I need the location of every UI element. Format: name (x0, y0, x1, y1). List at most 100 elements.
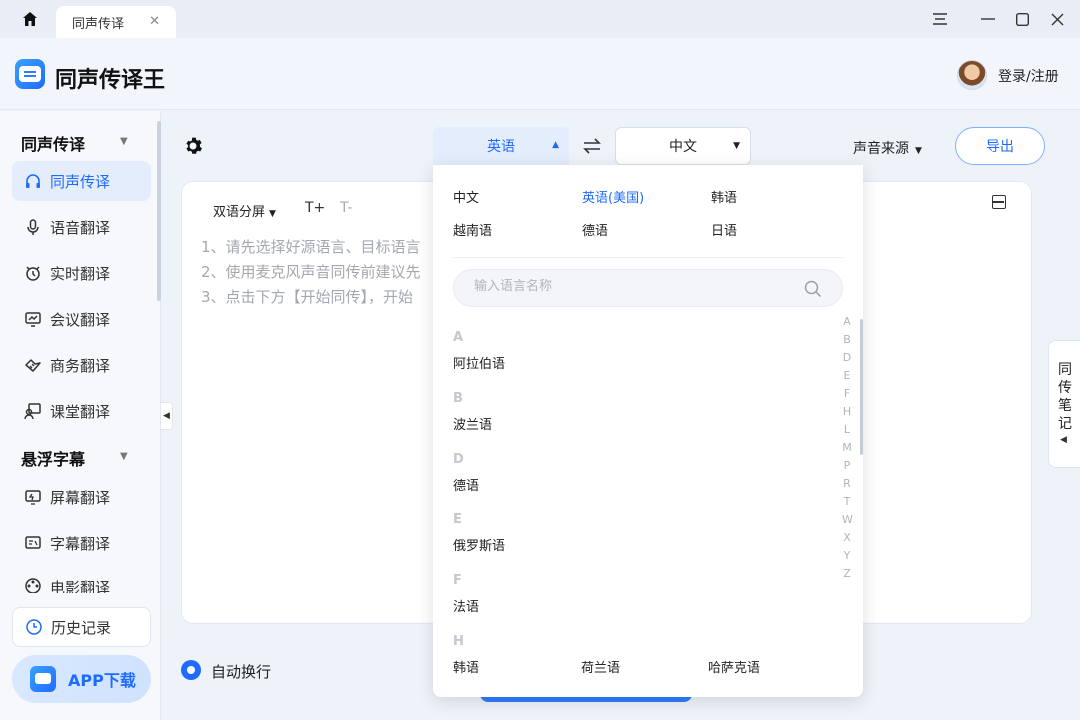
sidebar-item-meeting[interactable]: 会议翻译 (12, 299, 151, 339)
sidebar-item-classroom[interactable]: 课堂翻译 (12, 391, 151, 431)
language-option[interactable]: 阿拉伯语 (453, 353, 505, 372)
home-button[interactable] (14, 7, 46, 31)
language-search (453, 269, 843, 307)
sidebar-item-label: 语音翻译 (50, 218, 111, 237)
close-tab-icon[interactable]: ✕ (149, 14, 160, 29)
chevron-down-icon[interactable]: ▼ (120, 136, 128, 147)
subtitle-icon (25, 536, 41, 549)
voice-source-label: 声音来源 (853, 141, 909, 157)
sidebar-item-voice[interactable]: 语音翻译 (12, 207, 151, 247)
layout-toggle-icon[interactable] (992, 195, 1006, 209)
hint-text: 1、请先选择好源语言、目标语言 (201, 238, 421, 256)
alphabet-index-letter[interactable]: W (842, 513, 853, 526)
login-link[interactable]: 登录/注册 (998, 66, 1059, 86)
headphones-icon (26, 174, 40, 188)
alphabet-index-letter[interactable]: X (842, 531, 852, 544)
sidebar-item-movie[interactable]: 电影翻译 (12, 569, 151, 593)
alphabet-index-letter[interactable]: B (842, 333, 852, 346)
language-option[interactable]: 荷兰语 (581, 657, 620, 676)
alphabet-index-letter[interactable]: T (842, 495, 852, 508)
voice-source-select[interactable]: 声音来源 ▼ (853, 138, 922, 158)
recent-language-option[interactable]: 韩语 (711, 187, 737, 206)
sidebar-section-title[interactable]: 悬浮字幕 (21, 446, 85, 470)
clock-icon (26, 266, 40, 281)
chevron-down-icon: ▼ (269, 209, 276, 219)
sidebar-item-screen[interactable]: 屏幕翻译 (12, 477, 151, 517)
chevron-down-icon: ▼ (733, 141, 740, 151)
tab-simultaneous[interactable]: 同声传译 ✕ (56, 6, 176, 38)
split-mode-select[interactable]: 双语分屏 ▼ (213, 201, 276, 220)
sidebar-item-subtitle[interactable]: 字幕翻译 (12, 523, 151, 563)
language-option[interactable]: 俄罗斯语 (453, 535, 505, 554)
group-letter: D (453, 452, 464, 467)
group-letter: E (453, 512, 462, 527)
font-increase-button[interactable]: T+ (305, 200, 325, 216)
avatar[interactable] (957, 60, 987, 90)
sidebar-item-label: 电影翻译 (50, 579, 111, 593)
language-dropdown: 中文 英语(美国) 韩语 越南语 德语 日语 A 阿拉伯语 B 波兰语 D 德语… (433, 165, 863, 697)
recent-language-option[interactable]: 越南语 (453, 220, 492, 239)
auto-wrap-label: 自动换行 (211, 663, 272, 681)
language-option[interactable]: 德语 (453, 475, 479, 494)
sidebar-section-title[interactable]: 同声传译 (21, 131, 85, 155)
alphabet-index-letter[interactable]: H (842, 405, 852, 418)
language-option[interactable]: 哈萨克语 (708, 657, 760, 676)
app-title: 同声传译王 (55, 68, 166, 93)
alphabet-index-letter[interactable]: M (842, 441, 852, 454)
source-language-select[interactable]: 英语 ▲ (433, 127, 569, 165)
sidebar-item-simultaneous[interactable]: 同声传译 (12, 161, 151, 201)
collapse-sidebar-handle[interactable]: ◀ (161, 402, 173, 430)
group-letter: F (453, 573, 462, 588)
sidebar-item-business[interactable]: 商务翻译 (12, 345, 151, 385)
export-button[interactable]: 导出 (955, 127, 1045, 165)
alphabet-index-letter[interactable]: L (842, 423, 852, 436)
divider (453, 257, 843, 258)
app-logo (15, 59, 45, 89)
language-option[interactable]: 韩语 (453, 657, 479, 676)
language-search-input[interactable] (474, 279, 794, 294)
screen-icon (25, 490, 41, 505)
sidebar-item-label: 字幕翻译 (50, 534, 111, 553)
recent-language-option[interactable]: 中文 (453, 187, 479, 206)
alphabet-index-letter[interactable]: Y (842, 549, 852, 562)
recent-language-option-selected[interactable]: 英语(美国) (582, 187, 644, 206)
notes-side-tab[interactable]: 同 传 笔 记 ◀ (1048, 340, 1080, 468)
language-option[interactable]: 法语 (453, 596, 479, 615)
auto-wrap-radio[interactable] (181, 660, 201, 680)
group-letter: A (453, 330, 464, 345)
chevron-left-icon: ◀ (1060, 435, 1067, 445)
dropdown-scrollbar[interactable] (860, 319, 863, 455)
home-icon (23, 12, 37, 26)
recent-language-option[interactable]: 日语 (711, 220, 737, 239)
alphabet-index-letter[interactable]: F (842, 387, 852, 400)
swap-icon[interactable] (582, 136, 602, 156)
app-download-label: APP下载 (68, 671, 136, 690)
history-button[interactable]: 历史记录 (12, 607, 151, 647)
close-window-button[interactable] (1045, 8, 1069, 30)
maximize-button[interactable] (1010, 8, 1034, 30)
maximize-icon (1015, 12, 1029, 26)
alphabet-index-letter[interactable]: E (842, 369, 852, 382)
sidebar-item-label: 屏幕翻译 (50, 488, 111, 507)
alphabet-index-letter[interactable]: Z (842, 567, 852, 580)
menu-button[interactable] (928, 8, 952, 30)
alphabet-index-letter[interactable]: R (842, 477, 852, 490)
alphabet-index-letter[interactable]: P (842, 459, 852, 472)
alphabet-index-letter[interactable]: A (842, 315, 852, 328)
history-icon (26, 619, 42, 635)
recent-language-option[interactable]: 德语 (582, 220, 608, 239)
gear-icon[interactable] (183, 136, 203, 156)
app-header: 同声传译王 登录/注册 (0, 38, 1080, 110)
sidebar-item-realtime[interactable]: 实时翻译 (12, 253, 151, 293)
sidebar-item-label: 同声传译 (50, 172, 111, 191)
sidebar-scrollbar[interactable] (157, 121, 161, 301)
app-download-button[interactable]: APP下载 (12, 655, 151, 703)
alphabet-index-letter[interactable]: D (842, 351, 852, 364)
target-language-select[interactable]: 中文 ▼ (615, 127, 751, 165)
chevron-down-icon[interactable]: ▼ (120, 451, 128, 462)
font-decrease-button[interactable]: T- (340, 200, 352, 216)
search-icon[interactable] (804, 280, 822, 298)
minimize-button[interactable] (976, 8, 1000, 30)
language-option[interactable]: 波兰语 (453, 414, 492, 433)
group-letter: H (453, 634, 464, 649)
